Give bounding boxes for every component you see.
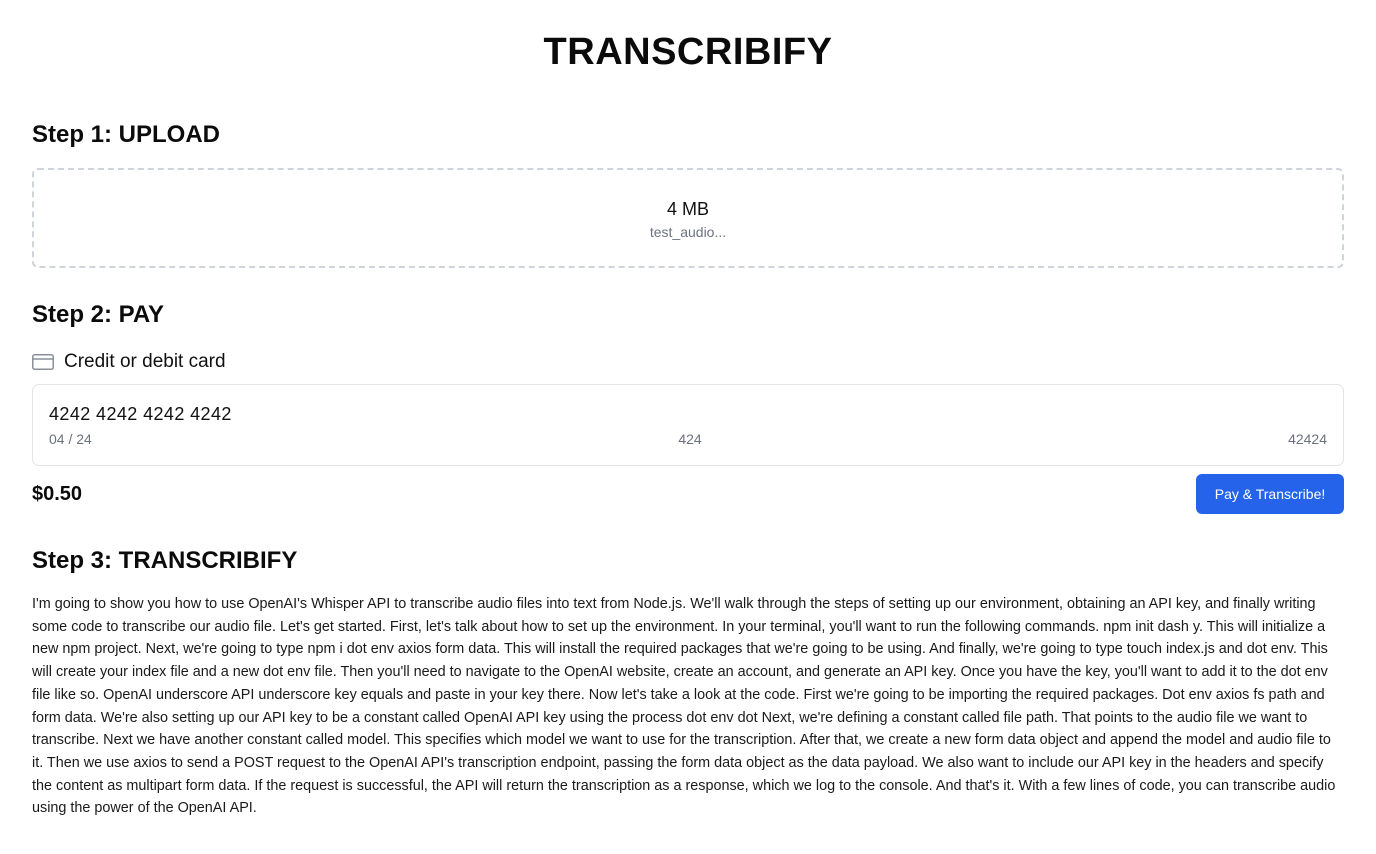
step3-heading: Step 3: TRANSCRIBIFY xyxy=(32,547,298,574)
payment-method-label: Credit or debit card xyxy=(64,351,226,372)
uploaded-file-name: test_audio... xyxy=(649,224,727,240)
step1-heading: Step 1: UPLOAD xyxy=(32,121,221,148)
uploaded-file-size: 4 MB xyxy=(666,199,709,219)
transcript-text: I'm going to show you how to use OpenAI'… xyxy=(32,596,1336,817)
upload-dropzone[interactable]: 4 MB test_audio... xyxy=(32,168,1344,268)
step2-heading: Step 2: PAY xyxy=(32,301,165,328)
page: TRANSCRIBIFY Step 1: UPLOAD 4 MB test_au… xyxy=(0,0,1376,854)
payment-method-tab[interactable]: Credit or debit card xyxy=(32,350,226,374)
card-cvc-input[interactable] xyxy=(603,430,777,448)
card-expiry-input[interactable] xyxy=(49,430,169,448)
app-title: TRANSCRIBIFY xyxy=(543,31,833,73)
pay-and-transcribe-button[interactable]: Pay & Transcribe! xyxy=(1196,474,1344,514)
card-number-input[interactable] xyxy=(49,403,449,425)
card-details-box xyxy=(32,384,1344,466)
credit-card-icon xyxy=(32,354,54,370)
card-zip-input[interactable] xyxy=(1207,430,1327,448)
price-amount: $0.50 xyxy=(32,483,83,505)
